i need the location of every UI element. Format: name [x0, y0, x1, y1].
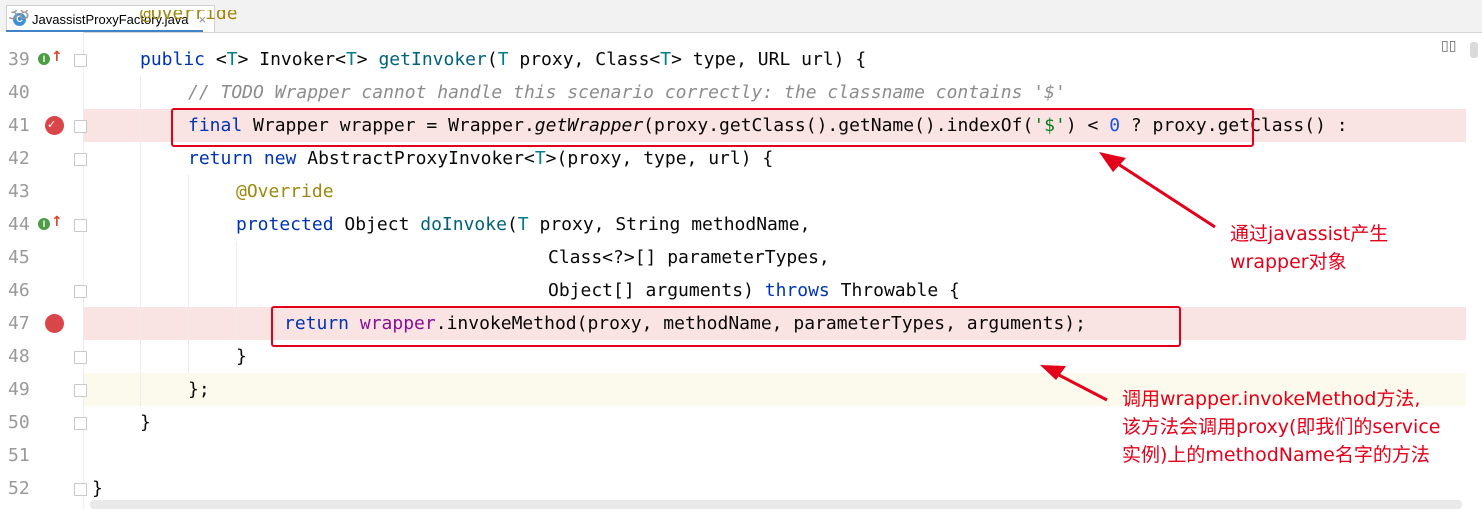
annotation-note-wrapper: 通过javassist产生 wrapper对象	[1230, 223, 1389, 273]
vertical-scrollbar[interactable]	[1466, 32, 1482, 509]
annotation-note-invoke: 调用wrapper.invokeMethod方法, 该方法会调用proxy(即我…	[1122, 388, 1441, 466]
reader-mode-icon[interactable]: ▯▯	[1441, 38, 1456, 54]
arrow-to-wrapper-line	[1099, 152, 1216, 229]
scrollbar-thumb[interactable]	[1470, 42, 1478, 58]
horizontal-scrollbar[interactable]	[90, 500, 1462, 509]
arrow-to-invoke-line	[1040, 365, 1108, 402]
